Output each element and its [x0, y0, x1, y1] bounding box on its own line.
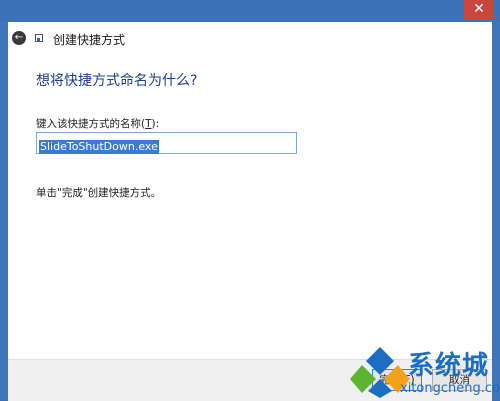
title-bar: ✕ [0, 0, 500, 22]
page-heading: 想将快捷方式命名为什么? [36, 73, 198, 89]
shortcut-name-value: SlideToShutDown.exe [39, 140, 159, 154]
wizard-header: ← 创建快捷方式 [8, 22, 492, 54]
shortcut-name-input[interactable]: SlideToShutDown.exe [36, 132, 297, 154]
close-button[interactable]: ✕ [464, 0, 494, 20]
watermark-text-cn: 系统城 [408, 351, 490, 381]
finish-hint: 单击"完成"创建快捷方式。 [36, 187, 162, 199]
back-arrow-icon[interactable]: ← [12, 31, 26, 45]
watermark-text-en: xitongcheng.com [400, 381, 500, 396]
name-field-label-text: 键入该快捷方式的名称 [36, 118, 141, 130]
site-watermark: 系统城 xitongcheng.com [350, 343, 500, 400]
name-field-label: 键入该快捷方式的名称(T): [36, 116, 159, 131]
wizard-window: ✕ ← 创建快捷方式 想将快捷方式命名为什么? 键入该快捷方式的名称(T): S… [0, 0, 500, 401]
shortcut-icon [35, 34, 43, 42]
accel-close: ): [151, 118, 160, 130]
wizard-title: 创建快捷方式 [53, 33, 126, 47]
